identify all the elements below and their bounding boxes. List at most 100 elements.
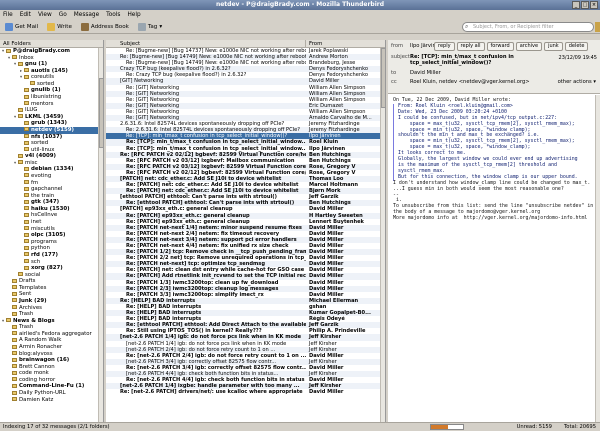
folder-icon	[12, 370, 17, 375]
minimize-button[interactable]: _	[572, 1, 580, 9]
menu-file[interactable]: File	[3, 10, 13, 20]
folder-label: auotls (145)	[31, 67, 68, 74]
folder-item[interactable]: Trash	[0, 324, 103, 331]
folder-item[interactable]: sch	[0, 259, 103, 266]
folder-label: Command-Line-Fu (1)	[19, 383, 85, 390]
folder-item[interactable]: mentors	[0, 101, 103, 108]
folder-item[interactable]: ▾ Inbox	[0, 55, 103, 62]
folder-item[interactable]: Sent	[0, 291, 103, 298]
message-scrollbar[interactable]	[595, 95, 600, 422]
folder-item[interactable]: gtk (347)	[0, 199, 103, 206]
folder-label: Inbox	[19, 54, 34, 61]
folder-item[interactable]: olpc (3105)	[0, 232, 103, 239]
folder-item[interactable]: Brett Cannon	[0, 364, 103, 371]
folder-item[interactable]: Daily Python-URL	[0, 390, 103, 397]
thread-scrollbar[interactable]	[380, 48, 385, 422]
folder-icon	[18, 114, 23, 119]
reply-all-button[interactable]: reply all	[456, 42, 485, 51]
reply-button[interactable]: reply	[434, 42, 455, 51]
write-button[interactable]: Write	[44, 21, 75, 32]
folder-item[interactable]: coding horror	[0, 377, 103, 384]
folder-item[interactable]: util-linux	[0, 147, 103, 154]
folder-item[interactable]: Junk (29)	[0, 298, 103, 305]
folder-item[interactable]: Templates	[0, 285, 103, 292]
folder-item[interactable]: code monk	[0, 370, 103, 377]
menu-help[interactable]: Help	[127, 10, 140, 20]
folder-label: xorg (827)	[31, 265, 63, 272]
folder-item[interactable]: programs	[0, 239, 103, 246]
folder-item[interactable]: Command-Line-Fu (1)	[0, 383, 103, 390]
status-bar: Indexing 17 of 32 messages (2/1 folders)…	[0, 422, 600, 431]
folder-item[interactable]: ILUG	[0, 107, 103, 114]
menu-go[interactable]: Go	[59, 10, 67, 20]
folder-item[interactable]: gnulib (1)	[0, 87, 103, 94]
folder-item[interactable]: debian (1334)	[0, 166, 103, 173]
menu-message[interactable]: Message	[74, 10, 99, 20]
folder-scroll-thumb[interactable]	[99, 78, 103, 148]
folder-item[interactable]: libunistring	[0, 94, 103, 101]
folder-item[interactable]: evoting	[0, 173, 103, 180]
archive-button[interactable]: archive	[515, 42, 543, 51]
other-actions-menu[interactable]: other actions ▾	[558, 79, 596, 85]
menu-tools[interactable]: Tools	[106, 10, 120, 20]
column-subject[interactable]: Subject	[106, 40, 306, 47]
folder-item[interactable]: hsCellnve	[0, 212, 103, 219]
folder-item[interactable]: miscutils	[0, 226, 103, 233]
folder-item[interactable]: sorted	[0, 140, 103, 147]
folder-item[interactable]: sorted	[0, 81, 103, 88]
delete-button[interactable]: delete	[564, 42, 589, 51]
folder-item[interactable]: grub (1343)	[0, 120, 103, 127]
download-icon	[5, 22, 13, 31]
folder-icon	[24, 101, 29, 106]
folder-item[interactable]: ▾ misc	[0, 160, 103, 167]
menu-edit[interactable]: Edit	[20, 10, 31, 20]
folder-item[interactable]: haiku (1530)	[0, 206, 103, 213]
folder-item[interactable]: Armin Ronacher	[0, 344, 103, 351]
folder-item[interactable]: ▾ P@draigBrady.com	[0, 48, 103, 55]
folder-item[interactable]: social	[0, 272, 103, 279]
folder-scrollbar[interactable]	[98, 48, 103, 422]
folder-item[interactable]: airlied's Fedora aggregator	[0, 331, 103, 338]
folder-item[interactable]: the train	[0, 193, 103, 200]
close-button[interactable]: ×	[590, 1, 598, 9]
folder-item[interactable]: gapchannel	[0, 186, 103, 193]
folder-item[interactable]: inet	[0, 219, 103, 226]
folder-item[interactable]: nfs (1037)	[0, 134, 103, 141]
folder-item[interactable]: rfd (177)	[0, 252, 103, 259]
thread-scroll-thumb[interactable]	[381, 48, 385, 108]
thread-subject: Re: [net-2.6 PATCH] drivers/net/: use kc…	[120, 389, 303, 396]
folder-item[interactable]: netdev (5159)	[0, 126, 103, 134]
menu-view[interactable]: View	[38, 10, 52, 20]
folder-item[interactable]: xorg (827)	[0, 265, 103, 272]
column-from[interactable]: From	[306, 40, 385, 47]
folder-icon	[24, 193, 29, 198]
folder-item[interactable]: python	[0, 245, 103, 252]
forward-button[interactable]: forward	[486, 42, 514, 51]
junk-button[interactable]: junk	[544, 42, 563, 51]
folders-header[interactable]: All Folders	[0, 40, 103, 48]
folder-item[interactable]: ▸ auotls (145)	[0, 68, 103, 75]
folder-item[interactable]: brainwagon (16)	[0, 357, 103, 364]
folder-item[interactable]: ▾ News & Blogs	[0, 318, 103, 325]
to-value[interactable]: David Miller	[410, 70, 441, 76]
folder-item[interactable]: Archives	[0, 305, 103, 312]
folder-item[interactable]: ▾ coreutils	[0, 74, 103, 81]
folder-label: inet	[31, 219, 42, 226]
maximize-button[interactable]: □	[581, 1, 589, 9]
cc-value[interactable]: Roel Kluin, netdev <netdev@vger.kernel.o…	[410, 79, 530, 85]
address-book-button[interactable]: Address Book	[78, 21, 132, 32]
folder-item[interactable]: A Random Walk	[0, 337, 103, 344]
folder-item[interactable]: ▾ gnu (1)	[0, 61, 103, 68]
search-input[interactable]: ⌕ Subject, From, or Recipient filter	[462, 22, 594, 32]
folder-item[interactable]: fm	[0, 180, 103, 187]
folder-item[interactable]: v4l (4009)	[0, 153, 103, 160]
folder-item[interactable]: Damien Katz	[0, 397, 103, 404]
thread-row[interactable]: Re: [net-2.6 PATCH] drivers/net/: use kc…	[106, 389, 385, 395]
tag-button[interactable]: Tag ▾	[135, 21, 165, 32]
folder-item[interactable]: Trash	[0, 311, 103, 318]
get-mail-button[interactable]: Get Mail	[2, 21, 41, 32]
folder-label: hsCellnve	[31, 212, 58, 219]
folder-item[interactable]: Drafts	[0, 278, 103, 285]
folder-item[interactable]: blog:alyvoss	[0, 351, 103, 358]
folder-item[interactable]: ▾ LKML (3459)	[0, 114, 103, 121]
